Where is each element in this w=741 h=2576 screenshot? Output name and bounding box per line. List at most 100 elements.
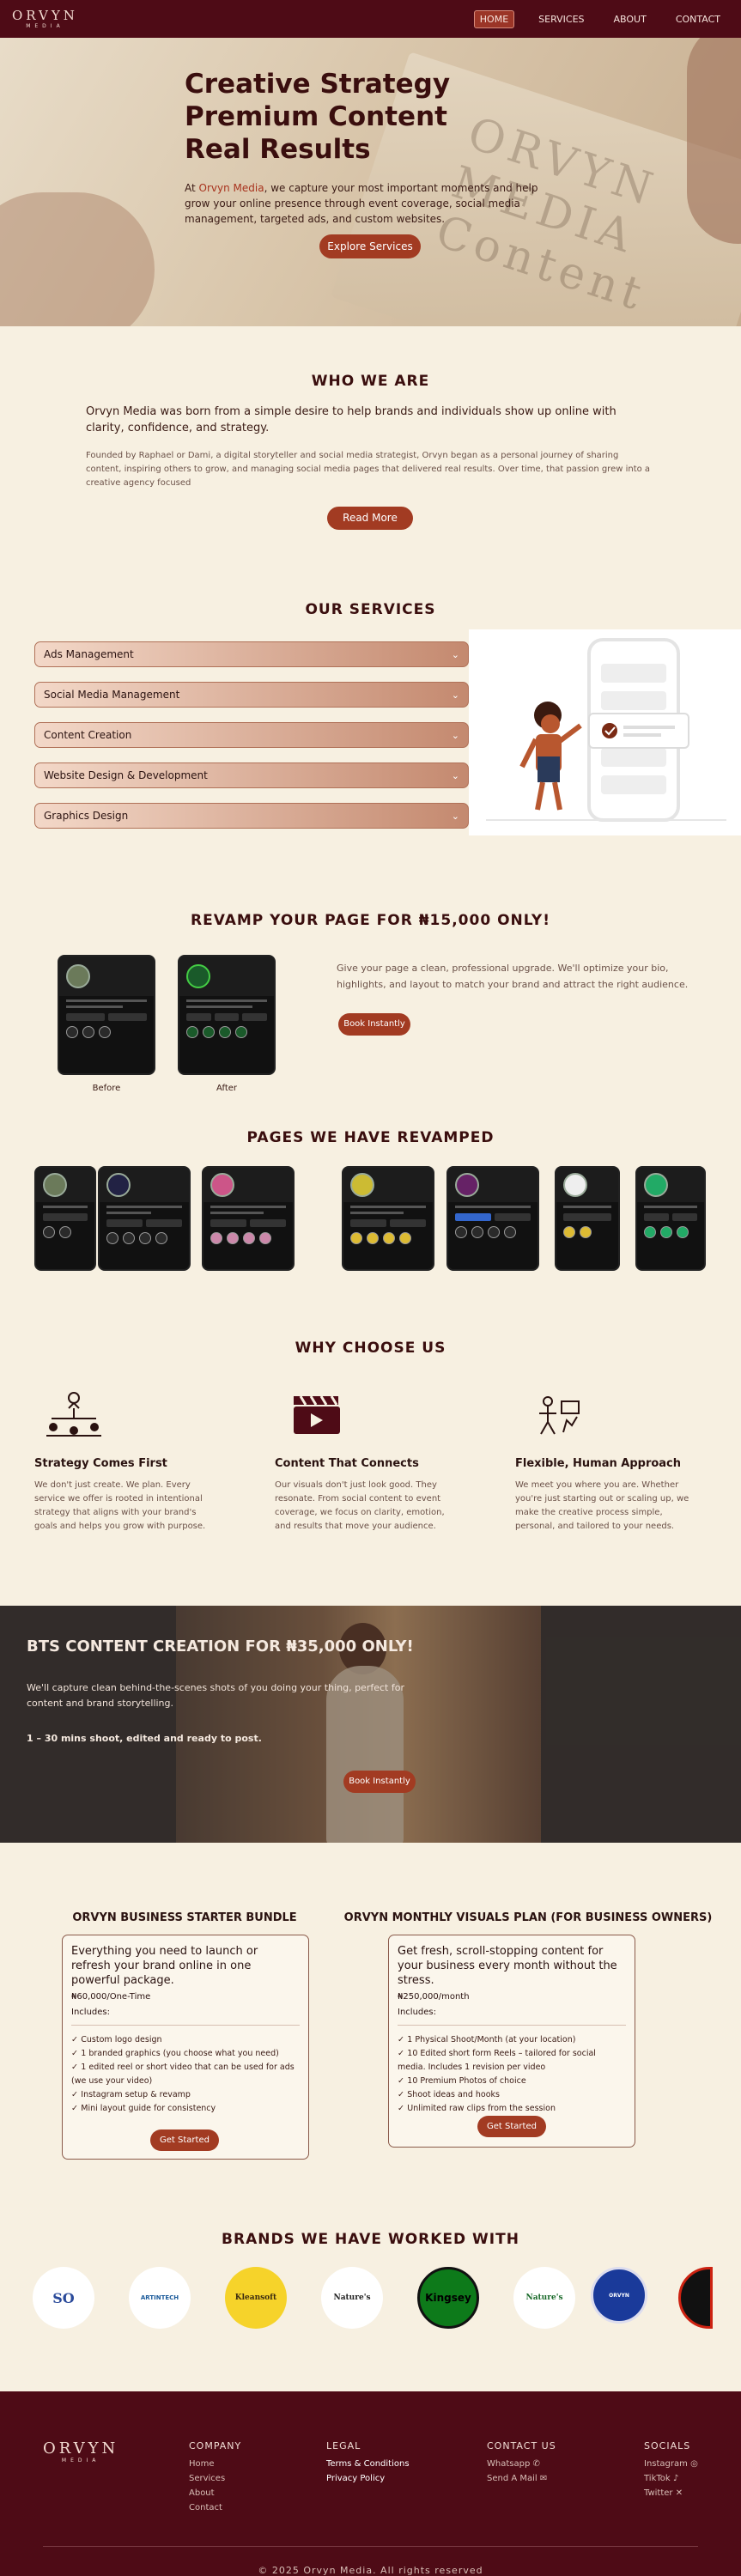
who-lead: Orvyn Media was born from a simple desir… bbox=[86, 405, 616, 434]
footer-divider bbox=[43, 2546, 698, 2547]
revamped-page-screenshot bbox=[555, 1166, 620, 1271]
get-started-button[interactable]: Get Started bbox=[150, 2129, 219, 2151]
why-item-title: Content That Connects bbox=[275, 1457, 419, 1470]
before-caption: Before bbox=[92, 1084, 121, 1093]
footer-company-title: COMPANY bbox=[189, 2440, 242, 2451]
hero-paragraph: At Orvyn Media, we capture your most imp… bbox=[185, 182, 538, 225]
after-phone-screenshot bbox=[178, 955, 276, 1075]
brand-logo: Nature's bbox=[513, 2267, 575, 2329]
why-item-text: We meet you where you are. Whether you'r… bbox=[515, 1480, 689, 1531]
footer-link-terms[interactable]: Terms & Conditions bbox=[326, 2457, 410, 2471]
footer-link-about[interactable]: About bbox=[189, 2486, 225, 2500]
why-item-text: Our visuals don't just look good. They r… bbox=[275, 1480, 445, 1531]
explore-services-button[interactable]: Explore Services bbox=[319, 234, 421, 258]
bts-title: BTS CONTENT CREATION FOR ₦35,000 ONLY! bbox=[27, 1637, 414, 1656]
footer-contact-title: CONTACT US bbox=[487, 2440, 556, 2451]
strategy-icon bbox=[43, 1391, 105, 1443]
feature-item: Unlimited raw clips from the session bbox=[398, 2102, 626, 2116]
revamped-page-screenshot bbox=[202, 1166, 295, 1271]
bts-book-instantly-button[interactable]: Book Instantly bbox=[343, 1771, 416, 1793]
brand-logo: Kingsey bbox=[417, 2267, 479, 2329]
who-title: WHO WE ARE bbox=[311, 373, 430, 390]
chevron-down-icon: ⌄ bbox=[451, 689, 459, 701]
bts-note: 1 – 30 mins shoot, edited and ready to p… bbox=[27, 1733, 262, 1744]
footer-link-tiktok[interactable]: TikTok ♪ bbox=[644, 2471, 698, 2486]
instagram-icon: ◎ bbox=[690, 2459, 698, 2469]
why-title: WHY CHOOSE US bbox=[295, 1340, 446, 1357]
feature-item: 1 edited reel or short video that can be… bbox=[71, 2061, 300, 2088]
starter-bundle-title: ORVYN BUSINESS STARTER BUNDLE bbox=[72, 1911, 297, 1924]
footer-link-home[interactable]: Home bbox=[189, 2457, 225, 2471]
x-icon: ✕ bbox=[675, 2488, 683, 2498]
nav-about[interactable]: ABOUT bbox=[609, 11, 652, 27]
price: ₦250,000/month bbox=[398, 1992, 470, 2002]
hero-hand-image bbox=[0, 192, 155, 326]
why-item-title: Flexible, Human Approach bbox=[515, 1457, 682, 1470]
bts-paragraph: We'll capture clean behind-the-scenes sh… bbox=[27, 1682, 404, 1709]
footer-logo[interactable]: ORVYN MEDIA bbox=[43, 2441, 118, 2464]
footer-link-whatsapp[interactable]: Whatsapp ✆ bbox=[487, 2457, 547, 2471]
logo-main: ORVYN bbox=[12, 7, 78, 23]
services-illustration bbox=[469, 629, 741, 835]
price: ₦60,000/One-Time bbox=[71, 1992, 151, 2002]
brand-logo: Kleansoft bbox=[225, 2267, 287, 2329]
revamped-carousel[interactable] bbox=[34, 1166, 706, 1273]
feature-item: Shoot ideas and hooks bbox=[398, 2088, 626, 2102]
accordion-ads-management[interactable]: Ads Management ⌄ bbox=[34, 641, 469, 667]
brands-title: BRANDS WE HAVE WORKED WITH bbox=[222, 2231, 519, 2248]
brand-logo: ARTINTECH bbox=[129, 2267, 191, 2329]
footer-link-services[interactable]: Services bbox=[189, 2471, 225, 2486]
book-instantly-button[interactable]: Book Instantly bbox=[338, 1013, 410, 1036]
footer-link-instagram[interactable]: Instagram ◎ bbox=[644, 2457, 698, 2471]
accordion-website-design[interactable]: Website Design & Development ⌄ bbox=[34, 762, 469, 788]
accordion-graphics-design[interactable]: Graphics Design ⌄ bbox=[34, 803, 469, 829]
revamped-page-screenshot bbox=[34, 1166, 96, 1271]
before-phone-screenshot bbox=[58, 955, 155, 1075]
accordion-content-creation[interactable]: Content Creation ⌄ bbox=[34, 722, 469, 748]
footer-link-twitter[interactable]: Twitter ✕ bbox=[644, 2486, 698, 2500]
feature-item: 10 Edited short form Reels – tailored fo… bbox=[398, 2047, 626, 2075]
read-more-button[interactable]: Read More bbox=[327, 507, 413, 530]
copyright: © 2025 Orvyn Media. All rights reserved bbox=[258, 2565, 483, 2576]
revamped-page-screenshot bbox=[446, 1166, 539, 1271]
chevron-down-icon: ⌄ bbox=[451, 648, 459, 660]
tiktok-icon: ♪ bbox=[672, 2474, 679, 2483]
services-title: OUR SERVICES bbox=[305, 601, 436, 618]
get-started-button[interactable]: Get Started bbox=[477, 2116, 546, 2137]
nav-contact[interactable]: CONTACT bbox=[671, 11, 726, 27]
footer-legal-title: LEGAL bbox=[326, 2440, 361, 2451]
footer-link-contact[interactable]: Contact bbox=[189, 2500, 225, 2515]
flexible-approach-icon bbox=[532, 1393, 584, 1441]
brand-logo: SO bbox=[33, 2267, 94, 2329]
starter-bundle-card: Everything you need to launch or refresh… bbox=[62, 1935, 309, 2160]
revamped-page-screenshot bbox=[98, 1166, 191, 1271]
feature-item: Instagram setup & revamp bbox=[71, 2088, 300, 2102]
logo[interactable]: ORVYN MEDIA bbox=[12, 9, 78, 29]
footer-link-mail[interactable]: Send A Mail ✉ bbox=[487, 2471, 547, 2486]
revamped-title: PAGES WE HAVE REVAMPED bbox=[246, 1129, 495, 1146]
hero-hand-right-image bbox=[687, 38, 741, 244]
footer-link-privacy[interactable]: Privacy Policy bbox=[326, 2471, 410, 2486]
brand-logo: ORVYN bbox=[591, 2267, 647, 2324]
chevron-down-icon: ⌄ bbox=[451, 769, 459, 781]
accordion-social-media[interactable]: Social Media Management ⌄ bbox=[34, 682, 469, 708]
hero-headline: Creative Strategy Premium Content Real R… bbox=[185, 69, 451, 165]
feature-item: Mini layout guide for consistency bbox=[71, 2102, 300, 2116]
why-item-text: We don't just create. We plan. Every ser… bbox=[34, 1480, 206, 1531]
revamped-page-screenshot bbox=[342, 1166, 434, 1271]
top-nav: ORVYN MEDIA HOME SERVICES ABOUT CONTACT bbox=[0, 0, 741, 38]
clapperboard-icon bbox=[292, 1393, 342, 1439]
who-body: Founded by Raphael or Dami, a digital st… bbox=[86, 451, 651, 488]
whatsapp-icon: ✆ bbox=[532, 2459, 540, 2469]
chevron-down-icon: ⌄ bbox=[451, 810, 459, 822]
feature-item: Custom logo design bbox=[71, 2033, 300, 2047]
revamp-title: REVAMP YOUR PAGE FOR ₦15,000 ONLY! bbox=[190, 912, 550, 929]
chevron-down-icon: ⌄ bbox=[451, 729, 459, 741]
logo-sub: MEDIA bbox=[26, 22, 64, 29]
feature-item: 1 Physical Shoot/Month (at your location… bbox=[398, 2033, 626, 2047]
nav-home[interactable]: HOME bbox=[473, 9, 515, 28]
nav-services[interactable]: SERVICES bbox=[533, 11, 589, 27]
brand-highlight: Orvyn Media bbox=[198, 182, 264, 194]
revamped-page-screenshot bbox=[635, 1166, 706, 1271]
brand-logo bbox=[678, 2267, 713, 2329]
